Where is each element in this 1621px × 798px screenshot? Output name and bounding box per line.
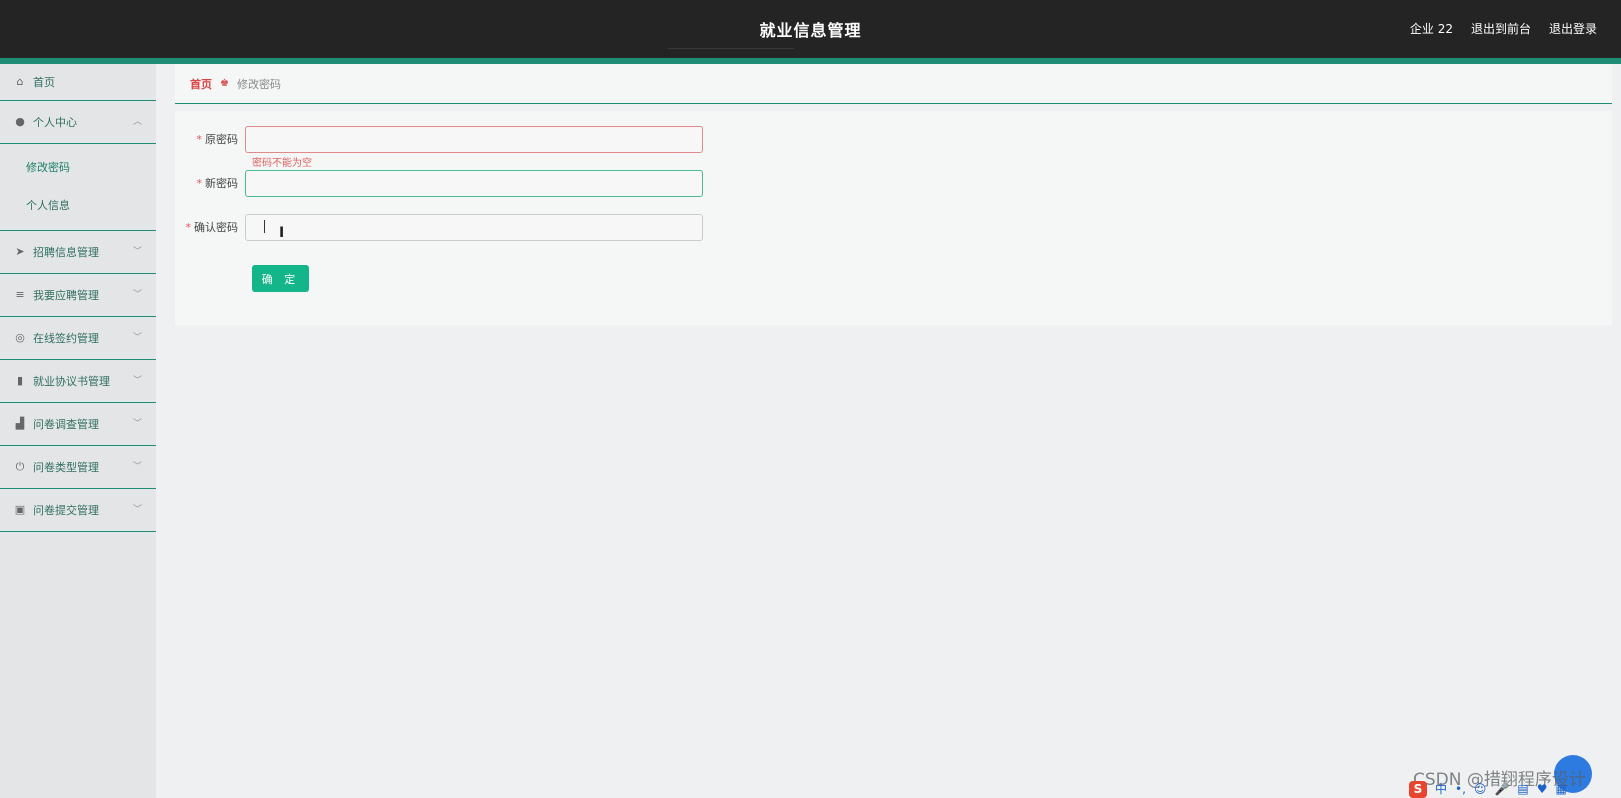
sidebar-item-survey-type[interactable]: ⏻ 问卷类型管理 ﹀ — [0, 446, 156, 489]
sidebar-item-label: 首页 — [33, 76, 55, 89]
change-password-form: * 原密码 密码不能为空 * 新密码 * 确认密码 I 确 定 — [175, 111, 1612, 325]
chevron-up-icon: ︿ — [132, 117, 142, 127]
confirm-password-input[interactable] — [245, 213, 703, 241]
sidebar-item-label: 问卷提交管理 — [33, 504, 99, 517]
old-password-label: 原密码 — [205, 133, 238, 146]
ime-toolbar: S 中 •, ☺ 🎤 ▤ ♥ ▦ — [1405, 781, 1621, 798]
sidebar-item-label: 问卷类型管理 — [33, 461, 99, 474]
old-password-input[interactable] — [245, 125, 703, 153]
breadcrumb-separator-icon: ♚ — [220, 78, 229, 89]
ime-emoji-icon[interactable]: ☺ — [1474, 781, 1487, 798]
chevron-down-icon: ﹀ — [132, 333, 142, 343]
required-mark: * — [196, 177, 203, 190]
clipboard-icon: ▮ — [16, 374, 24, 387]
new-password-row: * 新密码 — [175, 169, 703, 197]
sidebar-item-online-signing[interactable]: ◎ 在线签约管理 ﹀ — [0, 317, 156, 360]
sidebar-item-home[interactable]: ⌂ 首页 — [0, 64, 156, 101]
chevron-down-icon: ﹀ — [132, 505, 142, 515]
top-header: 就业信息管理 企业 22 退出到前台 退出登录 — [0, 0, 1621, 64]
sidebar-item-label: 问卷调查管理 — [33, 418, 99, 431]
app-title: 就业信息管理 — [759, 21, 862, 40]
sidebar-item-label: 个人中心 — [33, 116, 77, 129]
sidebar-item-label: 招聘信息管理 — [33, 246, 99, 259]
back-to-frontend-link[interactable]: 退出到前台 — [1471, 20, 1531, 37]
ime-grid-icon[interactable]: ▦ — [1556, 781, 1567, 798]
breadcrumb-current: 修改密码 — [236, 77, 281, 91]
clipboard-check-icon: ▣ — [14, 503, 26, 516]
text-caret — [264, 220, 265, 233]
power-icon: ⏻ — [15, 460, 25, 473]
sidebar-item-recruitment[interactable]: ➤ 招聘信息管理 ﹀ — [0, 231, 156, 274]
sidebar-item-survey-submission[interactable]: ▣ 问卷提交管理 ﹀ — [0, 489, 156, 532]
sidebar-item-survey[interactable]: ▟ 问卷调查管理 ﹀ — [0, 403, 156, 446]
user-icon: ● — [15, 115, 25, 128]
confirm-password-row: * 确认密码 — [175, 213, 703, 241]
chevron-down-icon: ﹀ — [132, 376, 142, 386]
chevron-down-icon: ﹀ — [132, 290, 142, 300]
personal-center-submenu: 修改密码 个人信息 — [0, 144, 156, 231]
current-user[interactable]: 企业 22 — [1410, 20, 1453, 37]
sidebar-item-employment-agreement[interactable]: ▮ 就业协议书管理 ﹀ — [0, 360, 156, 403]
new-password-input[interactable] — [245, 169, 703, 197]
mouse-ibeam-cursor-icon: I — [279, 225, 285, 241]
breadcrumb-home-link[interactable]: 首页 — [190, 76, 212, 92]
required-mark: * — [185, 221, 192, 234]
logout-link[interactable]: 退出登录 — [1549, 20, 1597, 37]
breadcrumb: 首页 ♚ 修改密码 — [175, 64, 1612, 104]
ime-punctuation-icon[interactable]: •, — [1455, 781, 1466, 798]
old-password-error: 密码不能为空 — [252, 158, 312, 169]
chevron-down-icon: ﹀ — [132, 419, 142, 429]
ime-mic-icon[interactable]: 🎤 — [1494, 781, 1509, 798]
ime-skin-icon[interactable]: ♥ — [1537, 781, 1548, 798]
sidebar-subitem-change-password[interactable]: 修改密码 — [0, 148, 156, 186]
sidebar: ⌂ 首页 ● 个人中心 ︿ 修改密码 个人信息 ➤ 招聘信息管理 ﹀ ≡ 我要应… — [0, 64, 156, 798]
sidebar-item-applications[interactable]: ≡ 我要应聘管理 ﹀ — [0, 274, 156, 317]
chevron-down-icon: ﹀ — [132, 247, 142, 257]
ime-language-toggle[interactable]: 中 — [1435, 781, 1447, 798]
header-actions: 企业 22 退出到前台 退出登录 — [1410, 20, 1597, 37]
title-underline — [668, 48, 794, 49]
confirm-password-label: 确认密码 — [194, 221, 238, 234]
list-icon: ≡ — [15, 288, 25, 301]
sidebar-item-personal-center[interactable]: ● 个人中心 ︿ — [0, 101, 156, 144]
new-password-label: 新密码 — [205, 177, 238, 190]
at-icon: ◎ — [15, 331, 25, 344]
sidebar-item-label: 在线签约管理 — [33, 332, 99, 345]
sidebar-item-label: 就业协议书管理 — [33, 375, 110, 388]
home-icon: ⌂ — [16, 75, 24, 88]
old-password-row: * 原密码 — [175, 125, 703, 153]
ime-keyboard-icon[interactable]: ▤ — [1517, 781, 1528, 798]
sidebar-item-label: 我要应聘管理 — [33, 289, 99, 302]
required-mark: * — [196, 133, 203, 146]
bar-chart-icon: ▟ — [15, 417, 25, 430]
sogou-logo-icon[interactable]: S — [1409, 781, 1427, 798]
send-icon: ➤ — [15, 245, 25, 258]
chevron-down-icon: ﹀ — [132, 462, 142, 472]
confirm-button[interactable]: 确 定 — [252, 265, 309, 292]
sidebar-subitem-personal-info[interactable]: 个人信息 — [0, 186, 156, 224]
